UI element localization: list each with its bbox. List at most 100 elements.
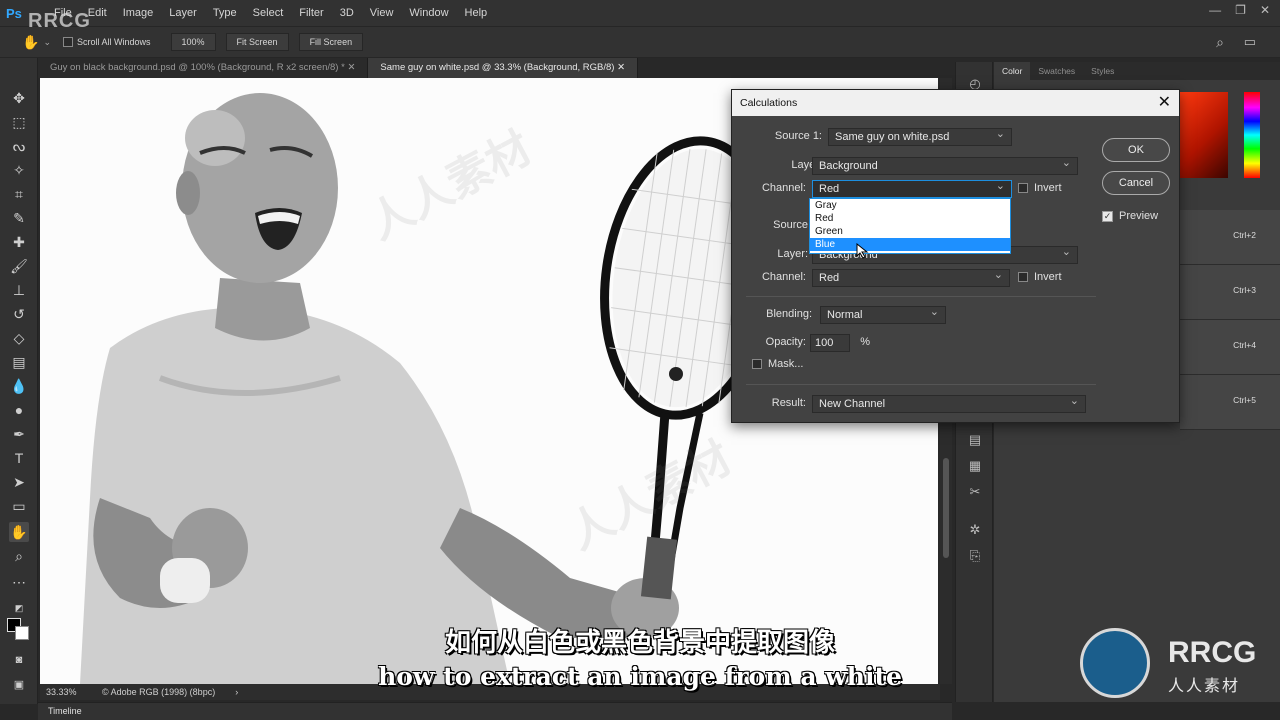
channel1-invert-checkbox[interactable]: Invert [1018, 182, 1062, 194]
menu-type[interactable]: Type [205, 7, 245, 19]
clone-stamp-icon[interactable]: ⊥ [9, 280, 29, 300]
gradient-tool-icon[interactable]: ▤ [9, 352, 29, 372]
minimize-icon[interactable]: — [1209, 3, 1221, 17]
color-field[interactable] [1180, 92, 1228, 178]
source1-dropdown[interactable]: Same guy on white.psd [828, 126, 1012, 146]
layer2-label: Layer: [777, 248, 808, 260]
tab-styles[interactable]: Styles [1083, 62, 1122, 80]
timeline-panel-tab[interactable]: Timeline [38, 702, 952, 720]
fill-screen-button[interactable]: Fill Screen [298, 33, 364, 51]
option-gray[interactable]: Gray [810, 199, 1010, 212]
pen-tool-icon[interactable]: ✒ [9, 424, 29, 444]
channel2-label: Channel: [761, 271, 806, 283]
brush-tool-icon[interactable]: 🖌 [9, 256, 29, 276]
menu-window[interactable]: Window [401, 7, 456, 19]
tools-panel-icon[interactable]: ✂ [966, 484, 984, 502]
zoom-tool-icon[interactable]: ⌕ [9, 546, 29, 566]
hue-slider[interactable] [1244, 92, 1260, 178]
blur-tool-icon[interactable]: 💧 [9, 376, 29, 396]
crop-tool-icon[interactable]: ⌗ [9, 184, 29, 204]
option-blue[interactable]: Blue [810, 238, 1010, 251]
menu-3d[interactable]: 3D [332, 7, 362, 19]
dialog-title: Calculations [740, 97, 798, 109]
dialog-title-bar: Calculations ✕ [732, 90, 1179, 116]
tools-panel: ✥ ⬚ ᔓ ✧ ⌗ ✎ ✚ 🖌 ⊥ ↺ ◇ ▤ 💧 ● ✒ T ➤ ▭ ✋ ⌕ … [0, 58, 38, 704]
chevron-down-icon[interactable]: ⌄ [43, 37, 51, 48]
source1-label: Source 1: [774, 130, 822, 142]
result-label: Result: [771, 397, 806, 409]
channel2-dropdown[interactable]: Red [812, 267, 1010, 287]
hand-tool-icon[interactable]: ✋ [22, 34, 39, 51]
action-row[interactable]: Ctrl+2 [1180, 210, 1280, 265]
tab-same-guy-on-white[interactable]: Same guy on white.psd @ 33.3% (Backgroun… [368, 58, 639, 78]
checkbox-icon [1018, 183, 1028, 193]
lasso-tool-icon[interactable]: ᔓ [9, 136, 29, 156]
blending-dropdown[interactable]: Normal [820, 304, 946, 324]
watermark-rrcg: RRCG [28, 10, 91, 32]
opacity-label: Opacity: [765, 336, 806, 348]
close-window-icon[interactable]: ✕ [1260, 3, 1270, 17]
workspace-icon[interactable]: ▭ [1244, 34, 1256, 50]
action-row[interactable]: Ctrl+3 [1180, 265, 1280, 320]
blending-label: Blending: [766, 308, 812, 320]
ok-button[interactable]: OK [1102, 138, 1170, 162]
more-tools-icon[interactable]: ⋯ [9, 572, 29, 592]
search-icon[interactable]: ⌕ [1216, 34, 1224, 51]
cancel-button[interactable]: Cancel [1102, 171, 1170, 195]
option-green[interactable]: Green [810, 225, 1010, 238]
channel2-invert-checkbox[interactable]: Invert [1018, 271, 1062, 283]
menu-select[interactable]: Select [245, 7, 292, 19]
layer1-dropdown[interactable]: Background [812, 155, 1078, 175]
menu-help[interactable]: Help [457, 7, 496, 19]
document-tabs: Guy on black background.psd @ 100% (Back… [38, 58, 940, 78]
menu-image[interactable]: Image [115, 7, 162, 19]
tab-color[interactable]: Color [994, 62, 1031, 80]
mouse-cursor-icon [856, 243, 869, 259]
eyedropper-icon[interactable]: ✎ [9, 208, 29, 228]
subtitle-chinese: 如何从白色或黑色背景中提取图像 [444, 628, 835, 658]
tab-swatches[interactable]: Swatches [1030, 62, 1083, 80]
marquee-tool-icon[interactable]: ⬚ [9, 112, 29, 132]
menu-view[interactable]: View [362, 7, 402, 19]
channel1-label: Channel: [761, 182, 806, 194]
menu-filter[interactable]: Filter [291, 7, 331, 19]
fit-screen-button[interactable]: Fit Screen [225, 33, 289, 51]
checkbox-icon [752, 359, 762, 369]
opacity-unit: % [860, 336, 870, 348]
adjustments-panel-icon[interactable]: ✲ [966, 522, 984, 540]
move-tool-icon[interactable]: ✥ [9, 88, 29, 108]
hand-tool-icon[interactable]: ✋ [9, 522, 29, 542]
result-dropdown[interactable]: New Channel [812, 393, 1086, 413]
restore-icon[interactable]: ❐ [1235, 3, 1246, 17]
layers-panel-icon[interactable]: ▤ [966, 432, 984, 450]
scroll-all-windows-checkbox[interactable]: Scroll All Windows [62, 37, 151, 47]
action-row[interactable]: Ctrl+5 [1180, 375, 1280, 430]
mask-checkbox[interactable]: Mask... [752, 358, 803, 370]
notes-panel-icon[interactable]: ▦ [966, 458, 984, 476]
subtitle-english: how to extract an image from a white [378, 662, 902, 691]
magic-wand-icon[interactable]: ✧ [9, 160, 29, 180]
zoom-100-button[interactable]: 100% [170, 33, 216, 51]
preview-checkbox[interactable]: ✓ Preview [1102, 210, 1158, 222]
options-bar: ✋ ⌄ Scroll All Windows 100% Fit Screen F… [0, 26, 1280, 58]
rectangle-tool-icon[interactable]: ▭ [9, 496, 29, 516]
action-row[interactable]: Ctrl+4 [1180, 320, 1280, 375]
actions-list: Ctrl+2 Ctrl+3 Ctrl+4 Ctrl+5 [1180, 210, 1280, 430]
history-brush-icon[interactable]: ↺ [9, 304, 29, 324]
type-tool-icon[interactable]: T [9, 448, 29, 468]
tab-guy-on-black[interactable]: Guy on black background.psd @ 100% (Back… [38, 58, 369, 78]
path-selection-icon[interactable]: ➤ [9, 472, 29, 492]
eraser-icon[interactable]: ◇ [9, 328, 29, 348]
paths-panel-icon[interactable]: ⎘ [966, 548, 984, 566]
default-colors-icon[interactable]: ◩ [9, 598, 29, 618]
dodge-tool-icon[interactable]: ● [9, 400, 29, 420]
source2-label: Source [773, 219, 808, 231]
opacity-input[interactable]: 100 [810, 334, 850, 352]
healing-brush-icon[interactable]: ✚ [9, 232, 29, 252]
option-red[interactable]: Red [810, 212, 1010, 225]
calculations-dialog: Calculations ✕ Source 1: Same guy on whi… [731, 89, 1180, 423]
menu-layer[interactable]: Layer [161, 7, 205, 19]
menu-bar: Ps File Edit Image Layer Type Select Fil… [0, 0, 1280, 26]
channel1-dropdown[interactable]: Red [812, 178, 1012, 198]
close-icon[interactable]: ✕ [1158, 90, 1171, 116]
